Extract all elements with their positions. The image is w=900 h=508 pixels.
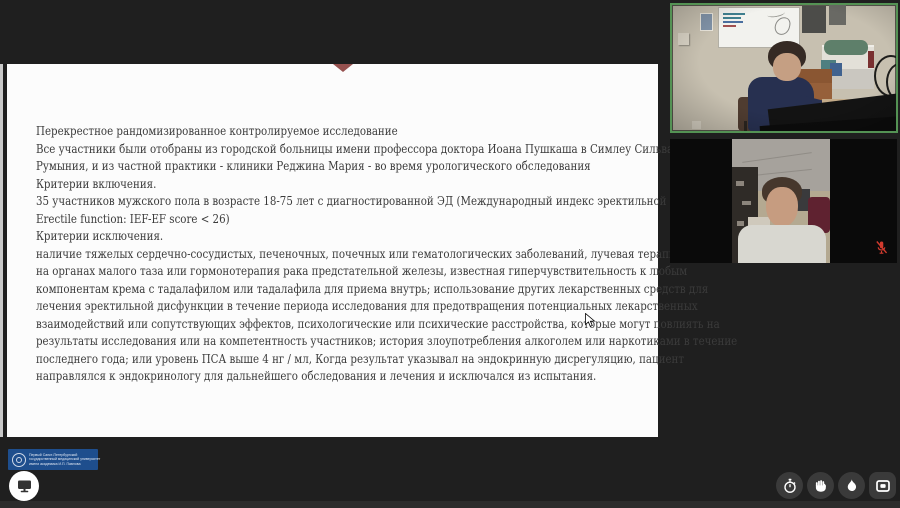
slide-line: наличие тяжелых сердечно-сосудистых, печ… (36, 245, 659, 263)
slide-line: Перекрестное рандомизированное контролир… (36, 122, 659, 140)
slide-logo-marker (333, 64, 353, 72)
attendee-white-coat (738, 225, 826, 263)
slide-line: Румыния, и из частной практики - клиники… (36, 157, 659, 175)
screen-edge-sliver (0, 64, 3, 437)
picture-in-picture-icon (875, 478, 891, 494)
slide-line: компонентам крема с тадалафилом или тада… (36, 280, 659, 298)
video-tile-speaker[interactable] (670, 3, 898, 133)
reactions-button[interactable] (838, 472, 865, 499)
slide-line: 35 участников мужского пола в возрасте 1… (36, 192, 659, 210)
meeting-window: Перекрестное рандомизированное контролир… (0, 0, 900, 508)
slide-line: на органах малого таза или гормонотерапи… (36, 262, 659, 280)
university-badge-text: имени академика И.П. Павлова (29, 462, 100, 467)
university-badge: Первый Санкт-Петербургский государственн… (8, 449, 98, 470)
slide-line: Критерии исключения. (36, 227, 659, 245)
monitor-icon (16, 478, 33, 494)
mouse-cursor (585, 313, 596, 328)
slide-line: Критерии включения. (36, 175, 659, 193)
vignette (672, 5, 896, 131)
timer-button[interactable] (776, 472, 803, 499)
picture-in-picture-button[interactable] (869, 472, 896, 499)
slide-line: направлялся к эндокринологу для дальнейш… (36, 367, 659, 385)
slide-line: последнего года; или уровень ПСА выше 4 … (36, 350, 659, 368)
shared-slide: Перекрестное рандомизированное контролир… (7, 64, 658, 437)
bottom-band (0, 501, 900, 508)
attendee-portrait-video (732, 139, 830, 263)
slide-line: результаты исследования или на компетент… (36, 332, 659, 350)
slide-line: Все участники были отобраны из городской… (36, 140, 659, 158)
video-tile-attendee[interactable] (670, 139, 897, 263)
attendee-face (766, 187, 798, 227)
flame-icon (844, 478, 859, 493)
stopwatch-icon (782, 478, 798, 494)
raise-hand-button[interactable] (807, 472, 834, 499)
screen-share-indicator-button[interactable] (9, 471, 39, 501)
muted-microphone-icon (874, 240, 889, 255)
slide-line: лечения эректильной дисфункции в течение… (36, 297, 659, 315)
raised-hand-icon (813, 478, 828, 493)
slide-text-block: Перекрестное рандомизированное контролир… (36, 122, 659, 385)
slide-line: взаимодействий или сопутствующих эффекто… (36, 315, 659, 333)
slide-line: Erectile function: IEF-EF score < 26) (36, 210, 659, 228)
university-emblem-icon (12, 453, 26, 467)
